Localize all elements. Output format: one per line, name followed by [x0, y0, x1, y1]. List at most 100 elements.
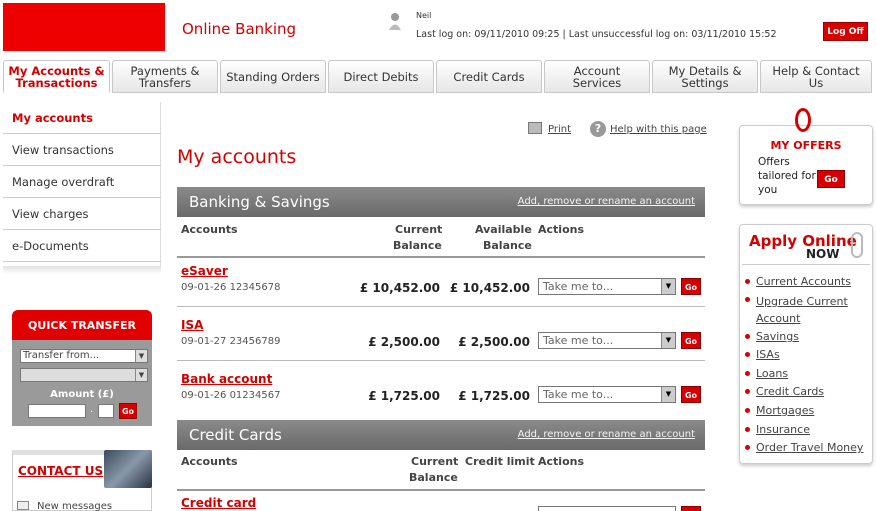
section-title: Credit Cards — [189, 426, 282, 444]
tab-account-services[interactable]: Account Services — [544, 60, 650, 93]
available-balance: £ 1,725.00 — [458, 389, 530, 403]
quick-transfer-title: QUICK TRANSFER — [12, 310, 152, 340]
user-icon — [388, 11, 402, 31]
nav-view-transactions[interactable]: View transactions — [3, 134, 161, 166]
current-balance: £ 10,452.00 — [359, 281, 440, 295]
take-me-to-select[interactable] — [538, 506, 676, 511]
offers-go-button[interactable]: Go — [817, 170, 845, 188]
amount-pence-input[interactable] — [98, 404, 114, 418]
col-actions: Actions — [538, 223, 584, 236]
go-button[interactable]: Go — [681, 386, 701, 403]
left-nav: My accounts View transactions Manage ove… — [3, 102, 161, 267]
tab-credit-cards[interactable]: Credit Cards — [436, 60, 542, 93]
nav-e-documents[interactable]: e-Documents — [3, 230, 161, 262]
help-link[interactable]: Help with this page — [610, 124, 707, 135]
apply-link-loans[interactable]: Loans — [756, 367, 788, 380]
account-name-link[interactable]: eSaver — [181, 264, 228, 278]
tab-payments[interactable]: Payments & Transfers — [112, 60, 218, 93]
bullet-icon — [745, 297, 750, 302]
bullet-icon — [745, 279, 750, 284]
bullet-icon — [745, 334, 750, 339]
transfer-from-select[interactable]: Transfer from... ▼ — [20, 349, 148, 363]
printer-icon[interactable] — [528, 122, 542, 134]
account-name-link[interactable]: Credit card — [181, 496, 256, 510]
banking-savings-header: Banking & Savings Add, remove or rename … — [177, 187, 705, 217]
go-button[interactable]: Go — [681, 278, 701, 295]
apply-link-isas[interactable]: ISAs — [756, 348, 780, 361]
envelope-icon — [17, 501, 29, 510]
manage-accounts-link[interactable]: Add, remove or rename an account — [518, 420, 695, 450]
apply-online-title: Apply Online — [749, 232, 857, 250]
apply-link-savings[interactable]: Savings — [756, 330, 799, 343]
table-divider — [177, 489, 705, 491]
print-link[interactable]: Print — [548, 124, 571, 135]
amount-label: Amount (£) — [50, 389, 114, 400]
take-me-to-select[interactable]: Take me to... ▼ — [538, 332, 676, 349]
apply-link-current-accounts[interactable]: Current Accounts — [756, 275, 851, 288]
bank-logo — [3, 3, 165, 51]
help-icon[interactable]: ? — [590, 121, 606, 137]
col-current-balance: Balance — [393, 239, 442, 252]
quick-transfer-go-button[interactable]: Go — [119, 403, 137, 419]
bullet-icon — [745, 408, 750, 413]
logoff-button[interactable]: Log Off — [823, 22, 868, 41]
tab-standing-orders[interactable]: Standing Orders — [220, 60, 326, 93]
exclamation-icon — [851, 232, 863, 258]
credit-cards-header: Credit Cards Add, remove or rename an ac… — [177, 420, 705, 450]
user-name: Neil — [416, 11, 432, 20]
tab-help-contact[interactable]: Help & Contact Us — [760, 60, 872, 93]
col-accounts: Accounts — [181, 223, 238, 236]
col-available: Available — [475, 223, 532, 236]
contact-us-link[interactable]: CONTACT US — [18, 464, 103, 478]
row-divider — [177, 306, 705, 307]
current-balance: £ 2,500.00 — [368, 335, 440, 349]
apply-link-credit-cards[interactable]: Credit Cards — [756, 385, 824, 398]
page-title: My accounts — [177, 146, 297, 168]
nav-my-accounts[interactable]: My accounts — [3, 102, 161, 134]
offers-description: Offers tailored for you — [758, 156, 816, 196]
my-offers-title: MY OFFERS — [770, 139, 842, 152]
apply-link-mortgages[interactable]: Mortgages — [756, 404, 814, 417]
nav-manage-overdraft[interactable]: Manage overdraft — [3, 166, 161, 198]
nav-view-charges[interactable]: View charges — [3, 198, 161, 230]
apply-link-insurance[interactable]: Insurance — [756, 423, 810, 436]
transfer-from-value: Transfer from... — [23, 350, 100, 361]
take-me-to-select[interactable]: Take me to... ▼ — [538, 278, 676, 295]
go-button[interactable] — [681, 506, 701, 511]
table-divider — [177, 256, 705, 258]
bullet-icon — [745, 445, 750, 450]
go-button[interactable]: Go — [681, 332, 701, 349]
offer-tag-icon — [795, 108, 811, 132]
amount-pounds-input[interactable] — [28, 404, 86, 418]
col-accounts: Accounts — [181, 455, 238, 468]
new-messages-link[interactable]: New messages — [37, 501, 112, 511]
tab-my-accounts[interactable]: My Accounts & Transactions — [3, 60, 110, 93]
take-me-to-value: Take me to... — [543, 280, 614, 293]
manage-accounts-link[interactable]: Add, remove or rename an account — [518, 187, 695, 217]
last-logon-info: Last log on: 09/11/2010 09:25 | Last uns… — [416, 29, 777, 40]
apply-now-label: NOW — [806, 247, 840, 261]
apply-link-travel-money[interactable]: Order Travel Money — [756, 441, 863, 454]
col-current-balance: Balance — [409, 471, 458, 484]
section-title: Banking & Savings — [189, 193, 330, 211]
current-balance: £ 1,725.00 — [368, 389, 440, 403]
divider — [742, 264, 870, 265]
tab-my-details[interactable]: My Details & Settings — [652, 60, 758, 93]
main-tabs: My Accounts & Transactions Payments & Tr… — [3, 60, 873, 93]
tab-direct-debits[interactable]: Direct Debits — [328, 60, 434, 93]
dropdown-arrow-icon: ▼ — [661, 333, 675, 348]
transfer-to-select[interactable]: ▼ — [20, 368, 148, 382]
apply-link-upgrade-account[interactable]: Upgrade Current Account — [756, 293, 868, 327]
account-name-link[interactable]: Bank account — [181, 372, 272, 386]
available-balance: £ 10,452.00 — [449, 281, 530, 295]
row-divider — [177, 360, 705, 361]
col-actions: Actions — [538, 455, 584, 468]
account-name-link[interactable]: ISA — [181, 318, 203, 332]
available-balance: £ 2,500.00 — [458, 335, 530, 349]
col-current: Current — [411, 455, 459, 468]
dropdown-arrow-icon: ▼ — [135, 350, 147, 362]
account-number: 09-01-26 01234567 — [181, 390, 281, 401]
take-me-to-select[interactable]: Take me to... ▼ — [538, 386, 676, 403]
bullet-icon — [745, 352, 750, 357]
bullet-icon — [745, 371, 750, 376]
